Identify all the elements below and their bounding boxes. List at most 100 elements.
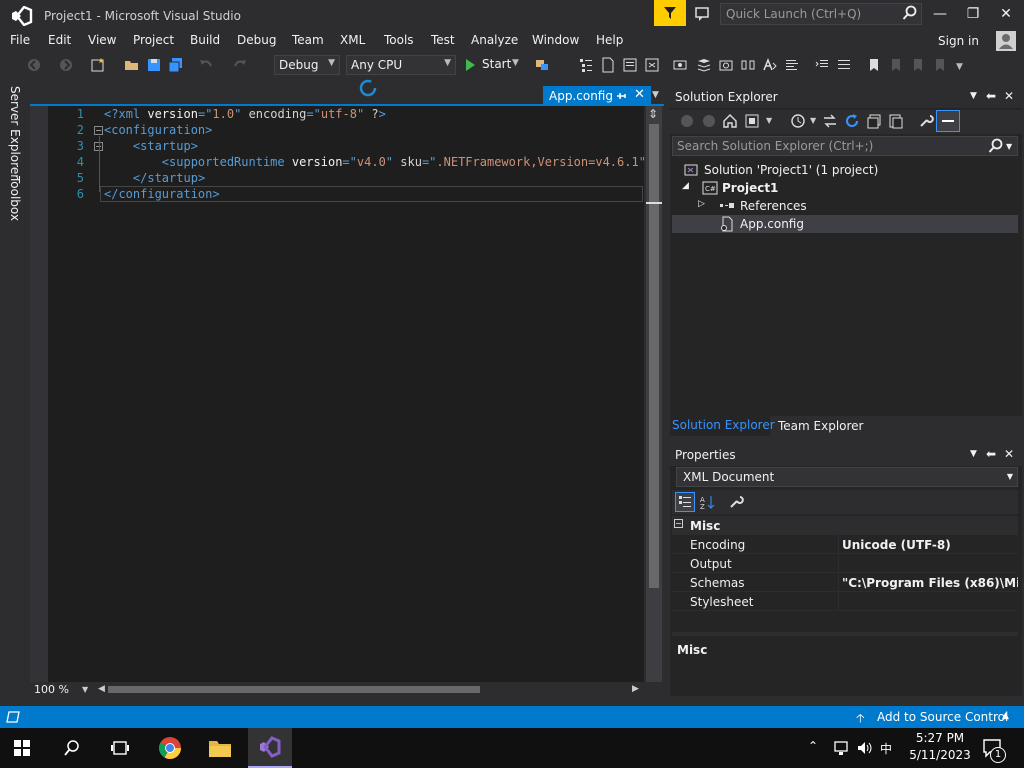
menu-view[interactable]: View [88, 33, 116, 47]
tab-team-explorer[interactable]: Team Explorer [778, 419, 864, 433]
close-icon[interactable]: ✕ [1004, 447, 1014, 461]
xslt-icon[interactable] [644, 57, 660, 73]
quick-launch-input[interactable]: Quick Launch (Ctrl+Q) [720, 3, 922, 25]
menu-test[interactable]: Test [431, 33, 455, 47]
switch-views-icon[interactable] [744, 113, 760, 129]
output-window-icon[interactable] [6, 710, 20, 724]
menu-help[interactable]: Help [596, 33, 623, 47]
avatar[interactable] [996, 31, 1016, 51]
code-line[interactable]: </configuration> [104, 187, 220, 203]
minimize-icon[interactable]: — [930, 6, 950, 22]
scroll-left-icon[interactable]: ◀ [98, 684, 105, 694]
redo-icon[interactable] [232, 57, 248, 73]
categorized-button[interactable] [675, 492, 695, 512]
clock[interactable]: 5:27 PM 5/11/2023 [908, 731, 972, 762]
browser-link-icon[interactable] [534, 57, 550, 73]
chevron-up-icon[interactable]: ▲ [1002, 711, 1009, 721]
chevron-down-icon[interactable]: ▼ [766, 116, 772, 125]
properties-icon[interactable] [622, 57, 638, 73]
visual-studio-taskbar-button[interactable] [248, 728, 292, 768]
tab-solution-explorer[interactable]: Solution Explorer [672, 418, 775, 432]
home-icon[interactable] [722, 113, 738, 129]
alphabetical-icon[interactable]: AZ [700, 494, 716, 510]
show-all-files-icon[interactable] [888, 113, 904, 129]
navigate-forward-icon[interactable] [58, 57, 74, 73]
tree-item-project[interactable]: Project1 [722, 181, 778, 195]
property-value[interactable]: Unicode (UTF-8) [842, 538, 1018, 552]
server-explorer-tab[interactable]: Server Explorer [8, 86, 22, 179]
pin-icon[interactable]: ⬅ [986, 447, 996, 461]
search-button[interactable] [50, 728, 94, 768]
undo-icon[interactable] [198, 57, 214, 73]
chrome-taskbar-button[interactable] [148, 728, 192, 768]
solution-configuration-select[interactable]: Debug ▼ [274, 55, 340, 75]
description-splitter[interactable] [672, 632, 1018, 636]
split-icon[interactable]: ⇕ [648, 108, 660, 120]
document-icon[interactable] [600, 57, 616, 73]
navigate-back-icon[interactable] [26, 57, 42, 73]
search-icon[interactable] [988, 138, 1004, 154]
menu-file[interactable]: File [10, 33, 30, 47]
menu-build[interactable]: Build [190, 33, 220, 47]
horizontal-scroll-thumb[interactable] [108, 686, 480, 693]
tree-item-references[interactable]: References [740, 199, 807, 213]
chevron-down-icon[interactable]: ▼ [970, 449, 977, 459]
menu-window[interactable]: Window [532, 33, 579, 47]
task-view-button[interactable] [98, 728, 142, 768]
sign-in-link[interactable]: Sign in [938, 34, 979, 48]
close-icon[interactable]: ✕ [996, 6, 1016, 22]
play-icon[interactable] [466, 59, 475, 71]
code-line[interactable]: </startup> [104, 171, 205, 187]
menu-team[interactable]: Team [292, 33, 324, 47]
debug-xslt-icon[interactable] [672, 57, 688, 73]
pin-icon[interactable] [616, 90, 628, 102]
zoom-level[interactable]: 100 % [34, 683, 69, 696]
menu-project[interactable]: Project [133, 33, 174, 47]
search-icon[interactable] [902, 5, 918, 21]
add-to-source-control-button[interactable]: Add to Source Control [877, 710, 1008, 724]
save-icon[interactable] [146, 57, 162, 73]
clear-bookmarks-icon[interactable] [932, 57, 948, 73]
property-pages-icon[interactable] [728, 494, 744, 510]
toolbar-overflow-icon[interactable]: ▼ [956, 62, 963, 72]
sync-icon[interactable] [822, 113, 838, 129]
next-bookmark-icon[interactable] [910, 57, 926, 73]
solution-explorer-search-input[interactable]: Search Solution Explorer (Ctrl+;) [672, 136, 1018, 156]
collapse-all-icon[interactable] [866, 113, 882, 129]
format-icon[interactable] [740, 57, 756, 73]
expanded-arrow-icon[interactable]: ◢ [682, 181, 689, 191]
show-hidden-icons-icon[interactable]: ⌃ [808, 739, 818, 753]
wrench-icon[interactable] [918, 113, 934, 129]
pending-changes-icon[interactable] [790, 113, 806, 129]
outdent-icon[interactable] [836, 57, 852, 73]
solution-platform-select[interactable]: Any CPU ▼ [346, 55, 456, 75]
code-line[interactable]: <supportedRuntime version="v4.0" sku=".N… [104, 155, 644, 171]
up-arrow-icon[interactable]: 🡡 [856, 709, 865, 730]
property-value[interactable]: "C:\Program Files (x86)\Microsc [842, 576, 1018, 590]
menu-analyze[interactable]: Analyze [471, 33, 518, 47]
open-file-icon[interactable] [124, 57, 140, 73]
feedback-icon[interactable] [694, 5, 712, 23]
tab-overflow-icon[interactable]: ▼ [652, 90, 659, 100]
camera-icon[interactable] [718, 57, 734, 73]
chevron-down-icon[interactable]: ▼ [970, 91, 977, 101]
outline-icon[interactable] [578, 57, 594, 73]
forward-icon[interactable] [702, 114, 716, 128]
file-explorer-taskbar-button[interactable] [198, 728, 242, 768]
collapsed-arrow-icon[interactable]: ▷ [698, 199, 705, 209]
collapse-icon[interactable]: − [674, 519, 683, 528]
comment-icon[interactable] [784, 57, 800, 73]
back-icon[interactable] [680, 114, 694, 128]
pin-icon[interactable]: ⬅ [986, 89, 996, 103]
new-project-icon[interactable] [90, 57, 106, 73]
properties-object-select[interactable]: XML Document ▼ [676, 467, 1018, 487]
start-button[interactable]: Start [482, 57, 511, 71]
chevron-down-icon[interactable]: ▼ [1006, 142, 1012, 151]
menu-xml[interactable]: XML [340, 33, 365, 47]
input-language-icon[interactable]: 中 [880, 740, 892, 757]
scroll-right-icon[interactable]: ▶ [632, 684, 639, 694]
start-dropdown-icon[interactable]: ▼ [512, 58, 519, 68]
close-icon[interactable]: ✕ [1004, 89, 1014, 103]
start-button[interactable] [0, 728, 44, 768]
code-line[interactable]: <startup> [104, 139, 198, 155]
